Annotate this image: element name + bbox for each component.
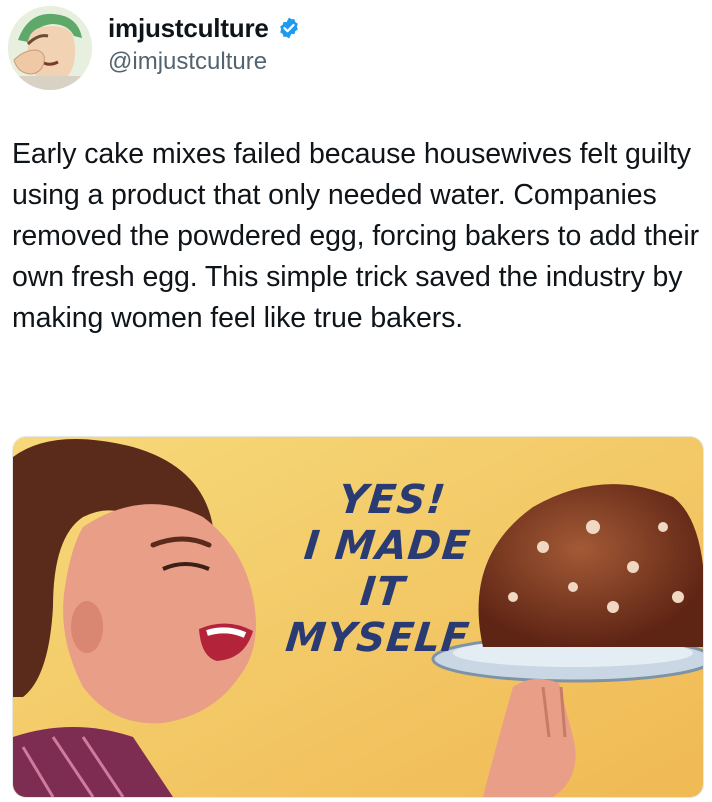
avatar-image: [8, 6, 92, 90]
poster-line: MYSELF: [283, 615, 473, 661]
tweet-media[interactable]: YES! I MADE IT MYSELF: [12, 436, 704, 798]
user-handle[interactable]: @imjustculture: [108, 48, 267, 76]
verified-badge-icon: [277, 16, 301, 40]
display-name[interactable]: imjustculture: [108, 13, 269, 44]
poster-caption: YES! I MADE IT MYSELF: [265, 477, 504, 661]
poster-line: IT: [358, 569, 408, 615]
poster-line: I MADE: [301, 523, 473, 569]
avatar[interactable]: [8, 6, 92, 90]
poster-line: YES!: [336, 477, 449, 523]
author-row: imjustculture: [108, 10, 301, 46]
tweet-text: Early cake mixes failed because housewiv…: [12, 138, 700, 334]
